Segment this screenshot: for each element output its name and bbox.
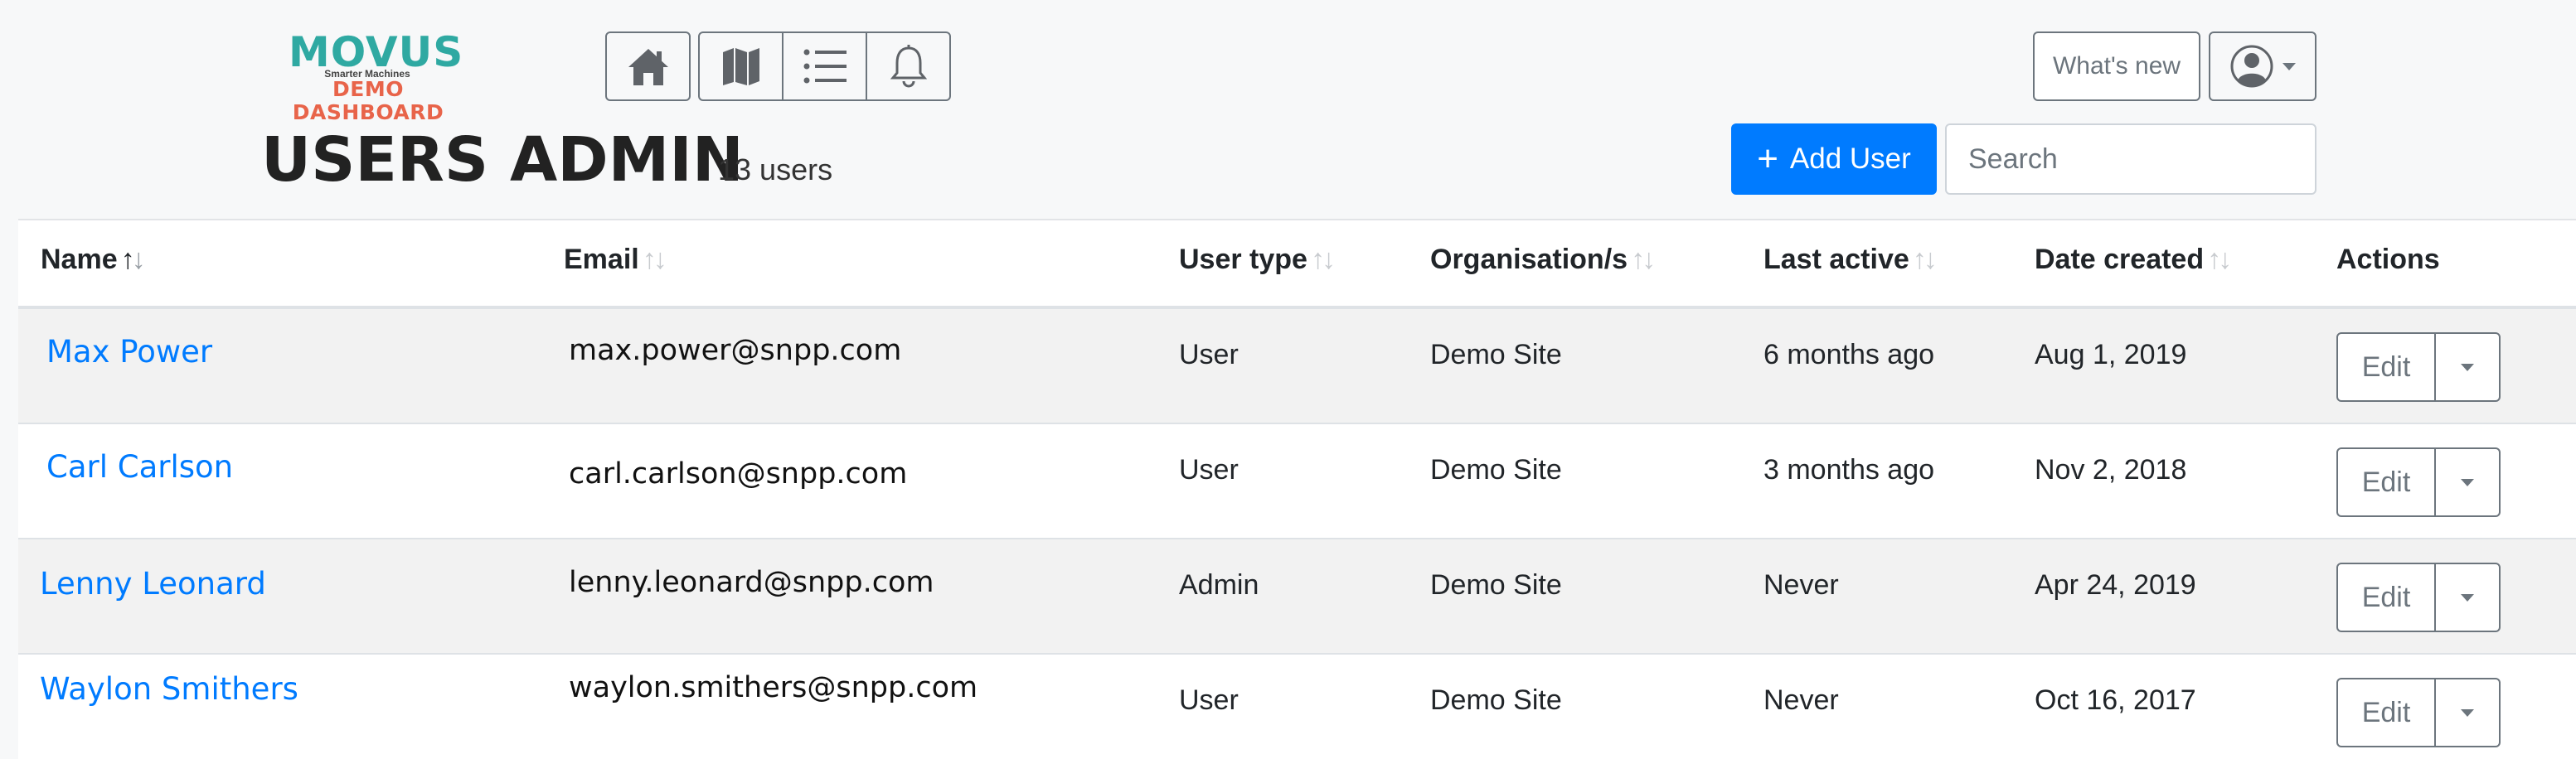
list-icon — [803, 49, 847, 84]
user-organisation: Demo Site — [1430, 684, 1562, 716]
chevron-down-icon — [2461, 708, 2474, 717]
table-row: Waylon Smithers waylon.smithers@snpp.com… — [18, 655, 2576, 759]
search-input[interactable] — [1945, 123, 2316, 195]
sort-icon: ↑↓ — [1631, 244, 1656, 275]
user-date-created: Nov 2, 2018 — [2035, 454, 2187, 486]
user-date-created: Apr 24, 2019 — [2035, 569, 2196, 601]
user-date-created: Aug 1, 2019 — [2035, 339, 2187, 370]
user-organisation: Demo Site — [1430, 454, 1562, 486]
user-type: Admin — [1179, 569, 1259, 601]
brand-subtitle: DEMO DASHBOARD — [292, 77, 444, 124]
sort-icon: ↑↓ — [2207, 244, 2232, 275]
column-header-name[interactable]: Name ↑↓ — [41, 244, 146, 276]
user-date-created: Oct 16, 2017 — [2035, 684, 2196, 716]
add-user-label: Add User — [1789, 143, 1911, 175]
user-circle-icon — [2230, 45, 2273, 88]
table-header: Name ↑↓ Email ↑↓ User type ↑↓ Organisation/… — [18, 220, 2576, 309]
sort-icon: ↑↓ — [1912, 244, 1938, 275]
column-header-user-type[interactable]: User type ↑↓ — [1179, 244, 1336, 276]
page-title: USERS ADMIN — [261, 124, 744, 196]
user-last-active: 6 months ago — [1763, 339, 1935, 370]
row-actions: Edit — [2336, 678, 2501, 747]
user-organisation: Demo Site — [1430, 339, 1562, 370]
column-header-email[interactable]: Email ↑↓ — [564, 244, 667, 276]
nav-list-button[interactable] — [783, 33, 867, 99]
column-header-last-active[interactable]: Last active ↑↓ — [1763, 244, 1938, 276]
column-header-actions: Actions — [2336, 244, 2440, 275]
user-last-active: Never — [1763, 684, 1839, 716]
edit-button[interactable]: Edit — [2338, 564, 2436, 631]
row-actions: Edit — [2336, 332, 2501, 402]
user-menu-button[interactable] — [2209, 31, 2316, 101]
sort-icon: ↑↓ — [120, 244, 146, 275]
actions-dropdown-toggle[interactable] — [2436, 564, 2499, 631]
user-email: carl.carlson@snpp.com — [569, 457, 908, 491]
row-actions: Edit — [2336, 563, 2501, 632]
chevron-down-icon — [2461, 593, 2474, 602]
user-last-active: 3 months ago — [1763, 454, 1935, 486]
sort-icon: ↑↓ — [1310, 244, 1336, 275]
user-organisation: Demo Site — [1430, 569, 1562, 601]
column-header-organisation[interactable]: Organisation/s ↑↓ — [1430, 244, 1656, 276]
users-table: Name ↑↓ Email ↑↓ User type ↑↓ Organisation/… — [18, 219, 2576, 759]
user-count: 13 users — [718, 152, 833, 186]
actions-dropdown-toggle[interactable] — [2436, 679, 2499, 746]
nav-notifications-button[interactable] — [867, 33, 949, 99]
whats-new-button[interactable]: What's new — [2033, 31, 2200, 101]
nav-home-button[interactable] — [605, 31, 691, 101]
map-icon — [722, 48, 759, 85]
column-header-date-created[interactable]: Date created ↑↓ — [2035, 244, 2232, 276]
actions-dropdown-toggle[interactable] — [2436, 334, 2499, 400]
brand-logo[interactable]: MOVUS Smarter Machines DEMO DASHBOARD — [264, 28, 473, 124]
table-row: Max Power max.power@snpp.com User Demo S… — [18, 309, 2576, 424]
user-name-link[interactable]: Carl Carlson — [46, 449, 233, 485]
user-last-active: Never — [1763, 569, 1839, 601]
chevron-down-icon — [2283, 62, 2296, 70]
user-name-link[interactable]: Lenny Leonard — [40, 566, 266, 602]
user-email: waylon.smithers@snpp.com — [569, 671, 978, 704]
user-type: User — [1179, 684, 1239, 716]
nav-map-button[interactable] — [700, 33, 783, 99]
table-row: Carl Carlson carl.carlson@snpp.com User … — [18, 424, 2576, 539]
add-user-button[interactable]: + Add User — [1731, 123, 1937, 195]
row-actions: Edit — [2336, 447, 2501, 517]
chevron-down-icon — [2461, 363, 2474, 371]
edit-button[interactable]: Edit — [2338, 449, 2436, 515]
user-type: User — [1179, 339, 1239, 370]
actions-dropdown-toggle[interactable] — [2436, 449, 2499, 515]
chevron-down-icon — [2461, 478, 2474, 486]
home-icon — [628, 49, 668, 85]
edit-button[interactable]: Edit — [2338, 679, 2436, 746]
user-email: max.power@snpp.com — [569, 334, 902, 367]
nav-button-group — [698, 31, 951, 101]
plus-icon: + — [1757, 138, 1778, 179]
brand-name: MOVUS — [289, 28, 464, 76]
edit-button[interactable]: Edit — [2338, 334, 2436, 400]
user-email: lenny.leonard@snpp.com — [569, 566, 934, 599]
user-type: User — [1179, 454, 1239, 486]
user-name-link[interactable]: Waylon Smithers — [40, 671, 298, 707]
sort-icon: ↑↓ — [642, 244, 667, 275]
user-name-link[interactable]: Max Power — [46, 334, 212, 370]
bell-icon — [890, 45, 927, 88]
table-row: Lenny Leonard lenny.leonard@snpp.com Adm… — [18, 539, 2576, 655]
